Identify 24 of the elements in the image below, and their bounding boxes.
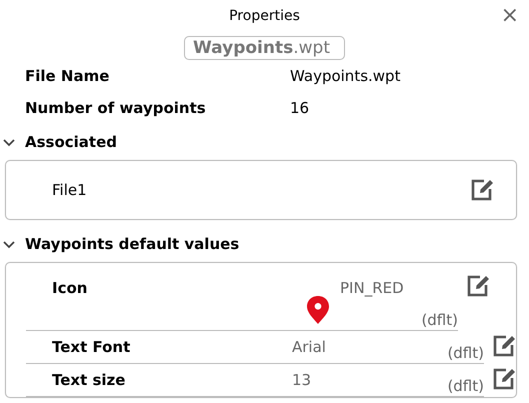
edit-icon[interactable] [492,334,516,358]
property-value: Waypoints.wpt [290,67,400,85]
field-label: File1 [52,181,88,199]
default-note: (dflt) [421,311,458,329]
file-name-badge: Waypoints.wpt [184,36,345,60]
edit-icon[interactable] [470,178,494,202]
property-label: File Name [25,67,110,85]
default-note: (dflt) [447,344,484,362]
window-title: Properties [229,8,300,24]
default-note: (dflt) [447,377,484,395]
edit-icon[interactable] [492,367,516,391]
edit-icon[interactable] [466,274,490,298]
field-label: Text size [52,371,126,389]
property-label: Number of waypoints [25,99,207,117]
close-button[interactable]: × [496,5,523,27]
field-label: Icon [52,279,88,297]
section-title: Associated [25,133,118,151]
field-value: Arial [292,338,326,356]
field-value: 13 [292,371,312,389]
map-pin-icon [306,295,330,325]
property-value: 16 [290,99,310,117]
field-label: Text Font [52,338,132,356]
section-title: Waypoints default values [25,235,240,253]
field-value: PIN_RED [340,279,404,297]
